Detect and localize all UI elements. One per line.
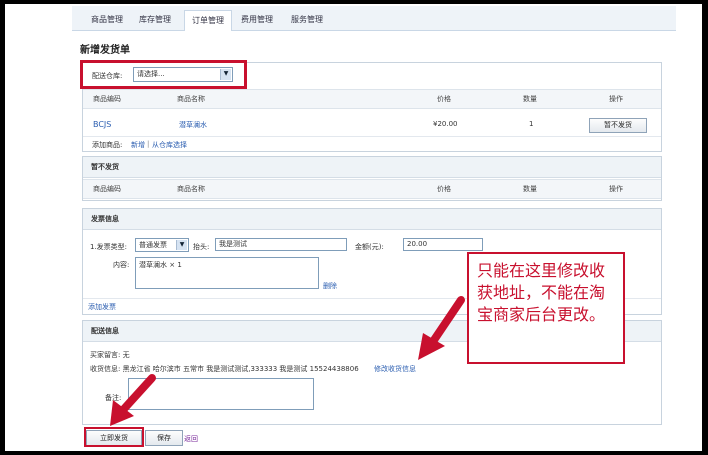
tab-services[interactable]: 服务管理 — [286, 10, 328, 30]
tab-goods[interactable]: 商品管理 — [86, 10, 128, 30]
add-goods-label: 添加商品: — [92, 141, 123, 149]
invoice-content-textarea[interactable]: 潜草澜水 × 1 — [135, 257, 319, 289]
tab-inventory[interactable]: 库存管理 — [134, 10, 176, 30]
hold-col-qty: 数量 — [523, 185, 537, 193]
goods-name[interactable]: 潜草澜水 — [179, 120, 207, 130]
goods-code[interactable]: BCJS — [93, 120, 111, 129]
invoice-header-input[interactable]: 我是测试 — [215, 238, 347, 251]
col-code: 商品编码 — [93, 95, 121, 103]
invoice-amount-input[interactable]: 20.00 — [403, 238, 483, 251]
remark-textarea[interactable] — [128, 378, 314, 410]
hold-table-header: 商品编码 商品名称 价格 数量 操作 — [83, 179, 661, 199]
annotation-callout: 只能在这里修改收获地址，不能在淘宝商家后台更改。 — [467, 252, 625, 364]
hold-col-name: 商品名称 — [177, 185, 205, 193]
col-qty: 数量 — [523, 95, 537, 103]
hold-section-title: 暂不发货 — [83, 157, 661, 178]
tab-orders[interactable]: 订单管理 — [184, 10, 232, 31]
save-button[interactable]: 保存 — [145, 430, 183, 446]
chevron-down-icon: ▼ — [176, 240, 187, 250]
tab-fees[interactable]: 费用管理 — [236, 10, 278, 30]
invoice-content-label: 内容: — [113, 261, 130, 269]
invoice-delete-link[interactable]: 删除 — [323, 281, 337, 291]
page-title: 新增发货单 — [80, 45, 130, 56]
add-invoice-link[interactable]: 添加发票 — [88, 302, 116, 312]
back-link[interactable]: 返回 — [184, 434, 198, 444]
hold-col-price: 价格 — [437, 185, 451, 193]
add-from-warehouse-link[interactable]: 从仓库选择 — [152, 140, 187, 150]
buyer-message: 买家留言: 无 — [90, 351, 130, 359]
col-name: 商品名称 — [177, 95, 205, 103]
goods-qty: 1 — [529, 120, 534, 128]
invoice-header-label: 抬头: — [193, 243, 210, 251]
warehouse-highlight-box — [80, 60, 247, 89]
hold-col-code: 商品编码 — [93, 185, 121, 193]
top-nav: 商品管理 库存管理 订单管理 费用管理 服务管理 — [72, 6, 676, 31]
submit-highlight-box — [84, 427, 144, 447]
invoice-type-value: 普通发票 — [139, 241, 167, 249]
col-price: 价格 — [437, 95, 451, 103]
invoice-section-title: 发票信息 — [83, 209, 661, 230]
edit-address-link[interactable]: 修改收货信息 — [374, 364, 416, 374]
invoice-type-select[interactable]: 普通发票 ▼ — [135, 238, 189, 252]
shipping-address: 收货信息: 黑龙江省 哈尔滨市 五常市 我是测试测试,333333 我是测试 1… — [90, 365, 359, 373]
hold-section: 暂不发货 商品编码 商品名称 价格 数量 操作 — [82, 156, 662, 201]
col-action: 操作 — [609, 95, 623, 103]
add-new-link[interactable]: 新增 — [131, 140, 145, 150]
hold-shipment-button[interactable]: 暂不发货 — [589, 118, 647, 133]
remark-label: 备注: — [105, 394, 122, 402]
hold-col-action: 操作 — [609, 185, 623, 193]
goods-table-header: 商品编码 商品名称 价格 数量 操作 — [83, 89, 661, 109]
invoice-type-label: 1.发票类型: — [90, 243, 128, 251]
goods-price: ¥20.00 — [433, 120, 458, 128]
invoice-amount-label: 金额(元): — [355, 243, 384, 251]
